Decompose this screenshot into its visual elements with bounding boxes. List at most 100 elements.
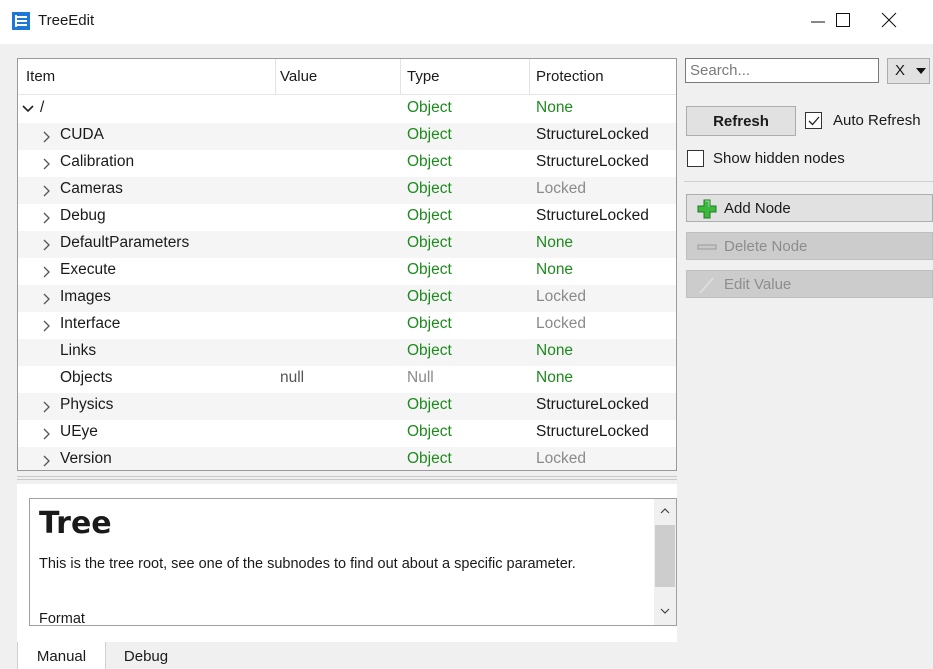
- chevron-right-icon[interactable]: [42, 455, 52, 467]
- splitter-handle[interactable]: [17, 476, 677, 480]
- dropdown-arrow-icon: [916, 68, 926, 74]
- column-separator[interactable]: [275, 59, 276, 95]
- delete-node-button[interactable]: Delete Node: [686, 232, 933, 260]
- tree-row[interactable]: Version Object Locked: [18, 447, 676, 470]
- tree-item-protection: None: [536, 369, 574, 386]
- tree-row[interactable]: Calibration Object StructureLocked: [18, 150, 676, 177]
- tree-item-type: Object: [407, 315, 452, 332]
- pencil-icon: [699, 277, 714, 294]
- tree-header: Item Value Type Protection: [18, 59, 676, 95]
- tree-item-name: Physics: [60, 396, 114, 413]
- bottom-tabs: Manual Debug: [17, 642, 317, 669]
- tree-item-name: Images: [60, 288, 111, 305]
- refresh-button[interactable]: Refresh: [686, 106, 796, 136]
- chevron-right-icon[interactable]: [42, 428, 52, 440]
- divider: [684, 181, 933, 182]
- delete-node-label: Delete Node: [724, 238, 808, 255]
- tree-item-name: /: [40, 99, 45, 116]
- minus-icon: [697, 244, 717, 250]
- tree-item-name: Version: [60, 450, 112, 467]
- tree-item-protection: Locked: [536, 450, 586, 467]
- tree-item-protection: StructureLocked: [536, 126, 649, 143]
- tree-row[interactable]: DefaultParameters Object None: [18, 231, 676, 258]
- show-hidden-nodes-checkbox[interactable]: [687, 150, 704, 167]
- tree-item-name: Debug: [60, 207, 106, 224]
- tree-row[interactable]: CUDA Object StructureLocked: [18, 123, 676, 150]
- chevron-right-icon[interactable]: [42, 266, 52, 278]
- add-node-button[interactable]: Add Node: [686, 194, 933, 222]
- tree-item-protection: StructureLocked: [536, 423, 649, 440]
- auto-refresh-label[interactable]: Auto Refresh: [833, 112, 921, 129]
- tree-item-type: Object: [407, 99, 452, 116]
- doc-title: Tree: [39, 506, 112, 541]
- tree-row[interactable]: Links Object None: [18, 339, 676, 366]
- tree-item-protection: Locked: [536, 180, 586, 197]
- tree-row[interactable]: Interface Object Locked: [18, 312, 676, 339]
- tree-row[interactable]: / Object None: [18, 96, 676, 123]
- chevron-right-icon[interactable]: [42, 239, 52, 251]
- search-input-box[interactable]: [685, 58, 879, 83]
- tree-item-type: Object: [407, 396, 452, 413]
- tree-item-protection: None: [536, 261, 574, 278]
- tree-item-name: DefaultParameters: [60, 234, 190, 251]
- edit-value-button[interactable]: Edit Value: [686, 270, 933, 298]
- column-separator[interactable]: [400, 59, 401, 95]
- tree-item-protection: Locked: [536, 315, 586, 332]
- tree-item-type: Object: [407, 423, 452, 440]
- edit-value-label: Edit Value: [724, 276, 792, 293]
- chevron-right-icon[interactable]: [42, 293, 52, 305]
- chevron-right-icon[interactable]: [42, 401, 52, 413]
- chevron-right-icon[interactable]: [42, 131, 52, 143]
- tree-item-protection: StructureLocked: [536, 207, 649, 224]
- chevron-right-icon[interactable]: [42, 158, 52, 170]
- tree-item-name: Links: [60, 342, 97, 359]
- vertical-scrollbar[interactable]: [654, 499, 676, 625]
- tree-row[interactable]: Execute Object None: [18, 258, 676, 285]
- auto-refresh-checkbox[interactable]: [805, 112, 822, 129]
- tree-item-value: null: [280, 369, 305, 386]
- close-button[interactable]: [866, 0, 912, 40]
- scrollbar-thumb[interactable]: [655, 525, 675, 587]
- chevron-right-icon[interactable]: [42, 320, 52, 332]
- column-header-protection[interactable]: Protection: [536, 68, 604, 85]
- tree-item-name: Cameras: [60, 180, 123, 197]
- maximize-button[interactable]: [820, 0, 866, 40]
- column-header-value[interactable]: Value: [280, 68, 317, 85]
- window-title: TreeEdit: [38, 12, 95, 29]
- tree-item-name: Objects: [60, 369, 113, 386]
- chevron-right-icon[interactable]: [42, 185, 52, 197]
- column-header-item[interactable]: Item: [26, 68, 55, 85]
- tree-row[interactable]: Cameras Object Locked: [18, 177, 676, 204]
- tree-item-name: Calibration: [60, 153, 135, 170]
- tree-item-type: Object: [407, 234, 452, 251]
- tab-debug[interactable]: Debug: [106, 642, 186, 669]
- scroll-down-icon[interactable]: [660, 607, 670, 615]
- tree-row[interactable]: Physics Object StructureLocked: [18, 393, 676, 420]
- doc-format-heading: Format: [39, 611, 85, 626]
- tree-item-name: CUDA: [60, 126, 104, 143]
- tree-row[interactable]: Debug Object StructureLocked: [18, 204, 676, 231]
- show-hidden-nodes-label[interactable]: Show hidden nodes: [713, 150, 845, 167]
- tree-item-protection: None: [536, 99, 574, 116]
- scroll-up-icon[interactable]: [660, 507, 670, 515]
- chevron-down-icon[interactable]: [22, 104, 34, 114]
- tab-manual[interactable]: Manual: [17, 642, 106, 669]
- search-input[interactable]: [686, 59, 878, 82]
- title-bar: TreeEdit: [0, 0, 933, 44]
- chevron-right-icon[interactable]: [42, 212, 52, 224]
- column-header-type[interactable]: Type: [407, 68, 440, 85]
- tree-item-type: Object: [407, 126, 452, 143]
- tree-row[interactable]: Objects null Null None: [18, 366, 676, 393]
- clear-search-button[interactable]: X: [887, 58, 930, 84]
- tree-item-name: UEye: [60, 423, 98, 440]
- tree-item-protection: Locked: [536, 288, 586, 305]
- tree-view[interactable]: Item Value Type Protection / Object None CU…: [17, 58, 677, 471]
- tree-item-type: Null: [407, 369, 434, 386]
- documentation-view[interactable]: Tree This is the tree root, see one of t…: [29, 498, 677, 626]
- tree-row[interactable]: UEye Object StructureLocked: [18, 420, 676, 447]
- tree-item-name: Execute: [60, 261, 117, 278]
- column-separator[interactable]: [529, 59, 530, 95]
- tree-item-type: Object: [407, 207, 452, 224]
- tree-item-type: Object: [407, 342, 452, 359]
- tree-row[interactable]: Images Object Locked: [18, 285, 676, 312]
